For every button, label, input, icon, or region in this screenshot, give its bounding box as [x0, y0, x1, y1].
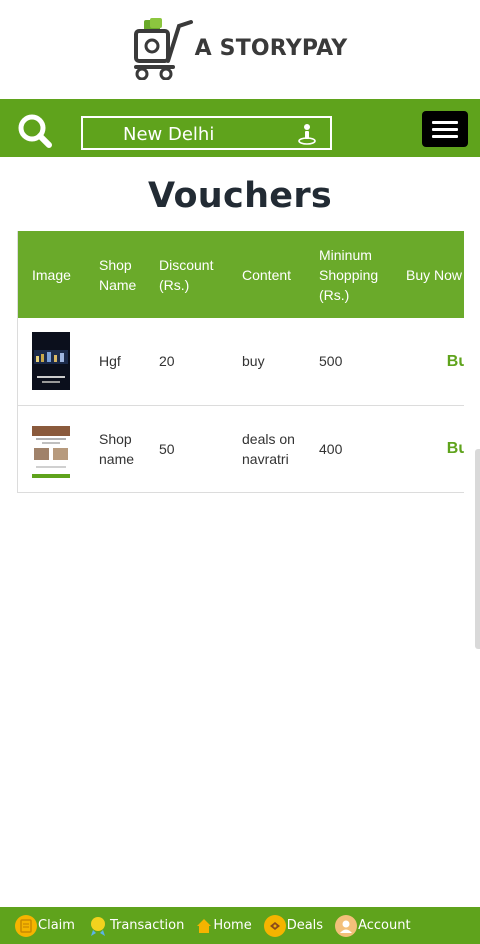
nav-claim[interactable]: Claim [15, 914, 75, 937]
scrollbar[interactable] [475, 449, 480, 649]
logo-bar: A STORYPAY [0, 0, 480, 99]
claim-icon [15, 914, 37, 937]
nav-home-label: Home [213, 918, 252, 933]
table-row: Shop name 50 deals on navratri 400 Buy [18, 405, 464, 493]
nav-transaction-label: Transaction [109, 918, 185, 933]
nav-claim-label: Claim [38, 918, 75, 933]
nav-account[interactable]: Account [335, 914, 411, 937]
bottom-nav: Claim Transaction Home Deals Account [0, 907, 480, 944]
min-shopping-cell: 500 [311, 318, 396, 406]
header-min-shopping: Mininum Shopping (Rs.) [311, 231, 396, 318]
location-selector[interactable]: New Delhi [81, 116, 332, 150]
header-image: Image [18, 231, 83, 318]
nav-home[interactable]: Home [196, 915, 252, 937]
transaction-icon [87, 915, 109, 937]
vouchers-table: Image Shop Name Discount (Rs.) Content M… [18, 231, 464, 493]
nav-account-label: Account [358, 918, 411, 933]
buy-cell: Buy [396, 318, 464, 406]
buy-button[interactable]: Buy [447, 440, 464, 457]
min-shopping-cell: 400 [311, 405, 396, 493]
search-icon [18, 114, 52, 148]
menu-button[interactable] [422, 111, 468, 147]
discount-cell: 50 [148, 405, 232, 493]
header-shop-name: Shop Name [83, 231, 148, 318]
nav-transaction[interactable]: Transaction [87, 915, 184, 937]
voucher-thumbnail[interactable] [32, 332, 70, 391]
home-icon [196, 915, 212, 937]
brand-name: A STORYPAY [194, 36, 348, 61]
content-cell: buy [232, 318, 311, 406]
header-content: Content [232, 231, 311, 318]
shop-name-cell: Hgf [83, 318, 148, 406]
voucher-thumbnail[interactable] [32, 419, 70, 478]
deals-icon [263, 914, 286, 937]
cart-logo-icon [133, 17, 193, 80]
search-button[interactable] [17, 114, 55, 148]
shop-name-cell: Shop name [83, 405, 148, 493]
voucher-image-cell [18, 405, 83, 493]
buy-cell: Buy [396, 405, 464, 493]
header-buy-now: Buy Now [396, 231, 464, 318]
buy-button[interactable]: Buy [447, 353, 464, 370]
header-discount: Discount (Rs.) [148, 231, 232, 318]
search-bar: New Delhi [0, 99, 480, 157]
discount-cell: 20 [148, 318, 232, 406]
location-pin-icon [298, 124, 316, 145]
content-cell: deals on navratri [232, 405, 311, 493]
voucher-image-cell [18, 318, 83, 406]
nav-deals-label: Deals [286, 918, 324, 933]
page-title: Vouchers [147, 176, 333, 216]
location-value: New Delhi [123, 124, 215, 145]
nav-deals[interactable]: Deals [263, 914, 324, 937]
table-header-row: Image Shop Name Discount (Rs.) Content M… [18, 231, 464, 318]
table-row: Hgf 20 buy 500 Buy [18, 318, 464, 406]
vouchers-table-container[interactable]: Image Shop Name Discount (Rs.) Content M… [17, 231, 464, 493]
account-icon [335, 914, 358, 937]
hamburger-icon [432, 121, 458, 124]
brand-logo[interactable]: A STORYPAY [133, 17, 348, 80]
